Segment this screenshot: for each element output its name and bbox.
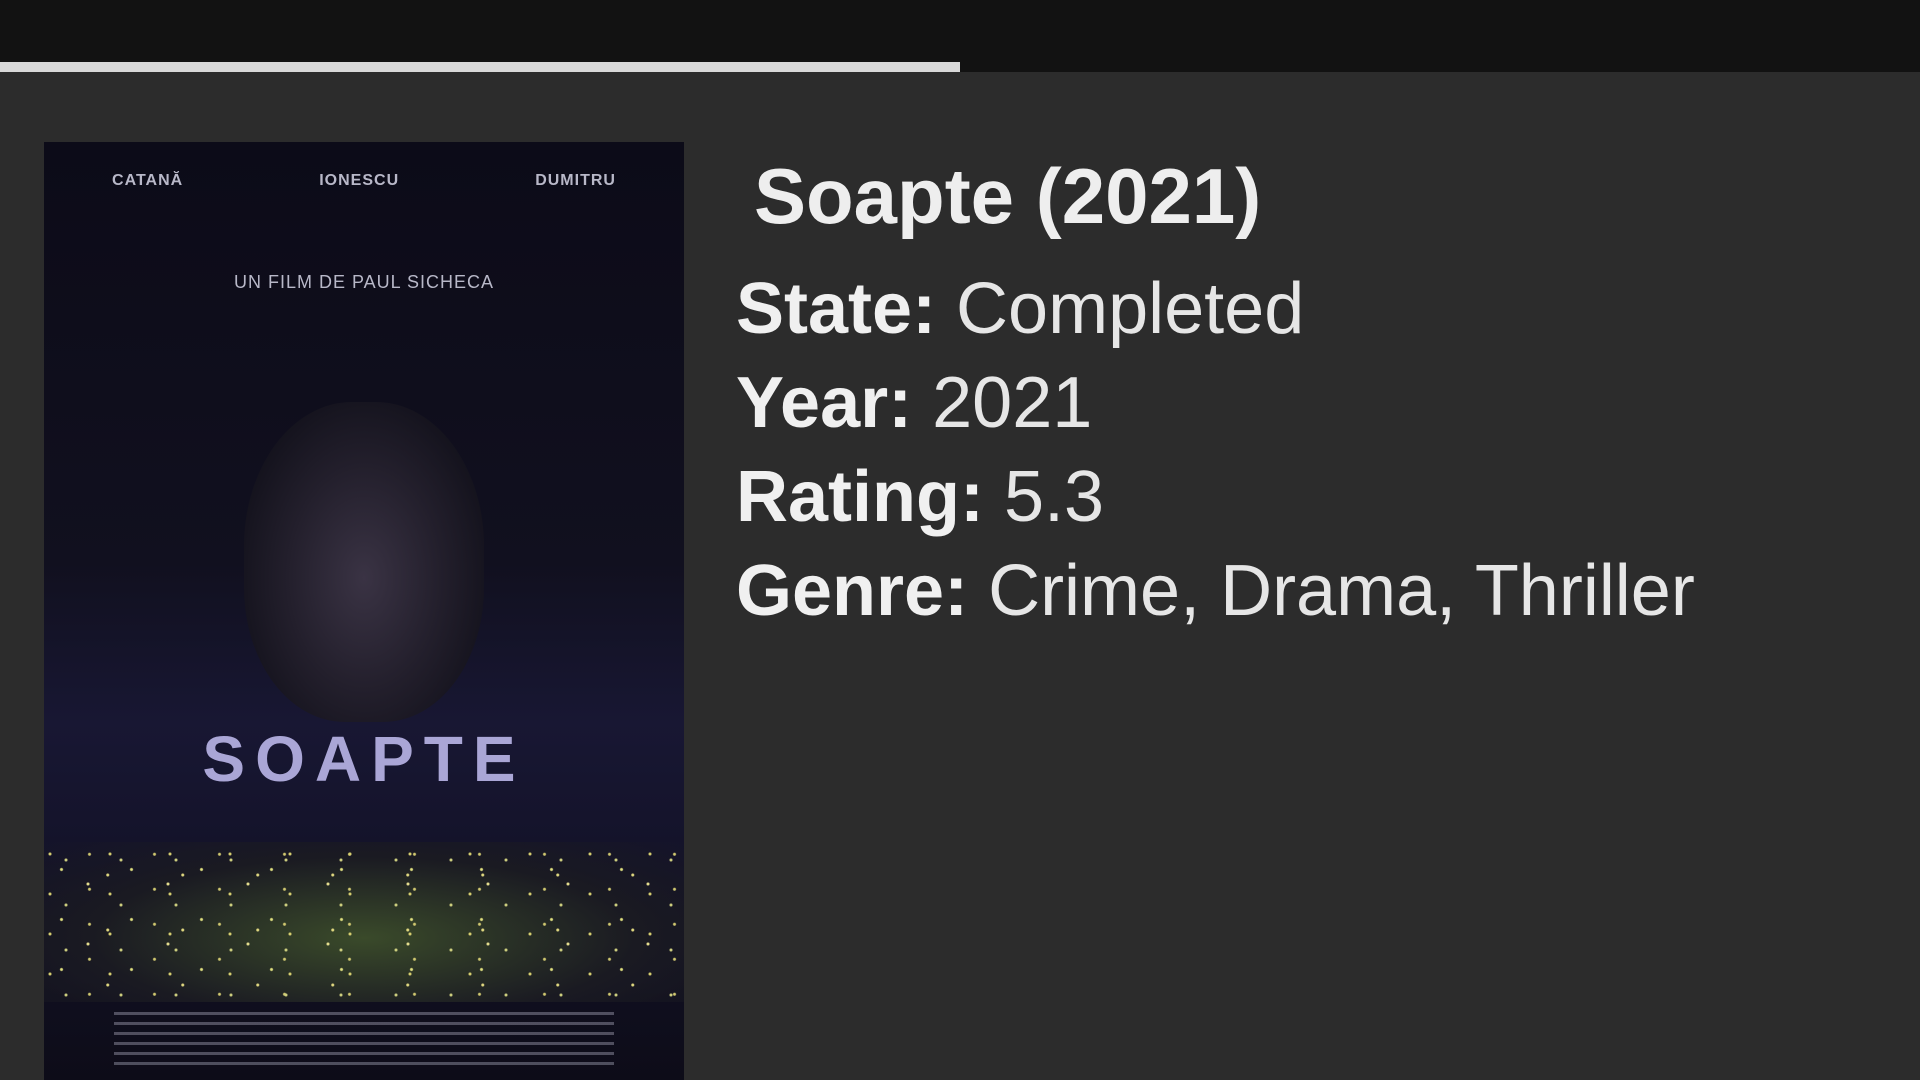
- state-row: State: Completed: [736, 262, 1695, 356]
- poster-city-lights-image: [44, 842, 684, 1002]
- movie-title: Soapte (2021): [754, 152, 1262, 240]
- genre-label: Genre:: [736, 550, 989, 631]
- year-value: 2021: [932, 362, 1093, 443]
- poster-cast-name: DUMITRU: [535, 172, 616, 189]
- rating-value: 5.3: [1003, 456, 1105, 537]
- rating-label: Rating:: [736, 456, 1004, 537]
- poster-cast-name: CATANĂ: [112, 172, 184, 189]
- loading-progress-fill: [0, 62, 960, 72]
- movie-detail-panel: CATANĂ IONESCU DUMITRU UN FILM DE PAUL S…: [0, 72, 1920, 1080]
- poster-cast-name: IONESCU: [319, 172, 400, 189]
- state-label: State:: [736, 268, 957, 349]
- movie-poster[interactable]: CATANĂ IONESCU DUMITRU UN FILM DE PAUL S…: [44, 142, 684, 1080]
- genre-value: Crime, Drama, Thriller: [988, 550, 1695, 631]
- poster-cast-names: CATANĂ IONESCU DUMITRU: [44, 172, 684, 190]
- poster-face-image: [244, 402, 484, 722]
- poster-tagline: UN FILM DE PAUL SICHECA: [233, 272, 495, 292]
- year-label: Year:: [736, 362, 933, 443]
- state-value: Completed: [956, 268, 1305, 349]
- year-row: Year: 2021: [736, 356, 1695, 450]
- rating-row: Rating: 5.3: [736, 450, 1695, 544]
- poster-title: SOAPTE: [202, 723, 526, 795]
- loading-progress-bar: [0, 62, 1920, 72]
- poster-credits-block: [114, 1012, 614, 1072]
- movie-info: Soapte (2021) State: Completed Year: 202…: [736, 152, 1695, 638]
- genre-row: Genre: Crime, Drama, Thriller: [736, 544, 1695, 638]
